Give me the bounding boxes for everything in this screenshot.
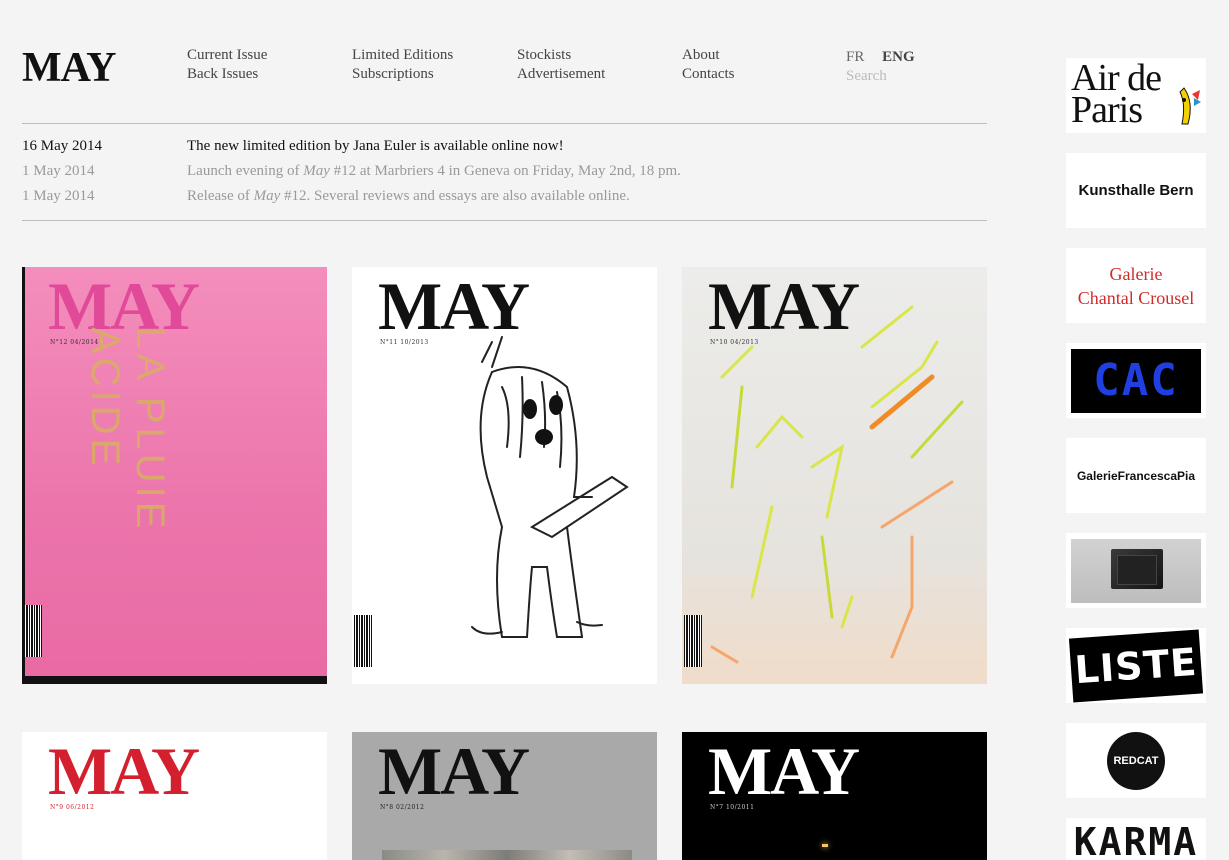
nav-limited-editions[interactable]: Limited Editions bbox=[352, 46, 453, 65]
nav-column-stockists: Stockists Advertisement bbox=[517, 46, 605, 84]
ad-label: CAC bbox=[1093, 355, 1179, 406]
ad-box-photo[interactable] bbox=[1066, 533, 1206, 608]
divider-bottom bbox=[22, 220, 987, 221]
issue-cover-8[interactable]: MAY N°8 02/2012 bbox=[352, 732, 657, 860]
cover-text: LA PLUIE ACIDE bbox=[83, 327, 172, 533]
cover-issue-number: N°8 02/2012 bbox=[380, 804, 425, 811]
cover-title: MAY bbox=[708, 733, 860, 809]
ad-label: REDCAT bbox=[1113, 754, 1159, 767]
scribble-drawing bbox=[710, 305, 964, 664]
nav-advertisement[interactable]: Advertisement bbox=[517, 65, 605, 84]
may-logo[interactable]: MAY bbox=[22, 44, 116, 92]
news-date: 16 May 2014 bbox=[22, 138, 102, 154]
nav-contacts[interactable]: Contacts bbox=[682, 65, 735, 84]
ad-galerie-francesca-pia[interactable]: GalerieFrancescaPia bbox=[1066, 438, 1206, 513]
banana-icon bbox=[1179, 87, 1201, 125]
issue-cover-7[interactable]: MAY N°7 10/2011 bbox=[682, 732, 987, 860]
nav-back-issues[interactable]: Back Issues bbox=[187, 65, 267, 84]
issue-cover-9[interactable]: MAY N°9 06/2012 bbox=[22, 732, 327, 860]
ad-cac[interactable]: CAC bbox=[1066, 343, 1206, 418]
light-spot bbox=[822, 844, 828, 847]
language-switcher: FR ENG bbox=[846, 49, 915, 66]
ghost-drawing bbox=[471, 336, 629, 638]
issue-cover-10[interactable]: MAY N°10 04/2013 bbox=[682, 267, 987, 684]
search-input[interactable] bbox=[846, 68, 966, 85]
lang-eng[interactable]: ENG bbox=[882, 49, 915, 65]
news-text[interactable]: The new limited edition by Jana Euler is… bbox=[187, 138, 564, 155]
nav-column-issues: Current Issue Back Issues bbox=[187, 46, 267, 84]
ad-karma[interactable]: KARMA bbox=[1066, 818, 1206, 860]
issue-cover-11[interactable]: MAY N°11 10/2013 bbox=[352, 267, 657, 684]
lang-fr[interactable]: FR bbox=[846, 49, 864, 65]
nav-stockists[interactable]: Stockists bbox=[517, 46, 605, 65]
nav-column-about: About Contacts bbox=[682, 46, 735, 84]
nav-subscriptions[interactable]: Subscriptions bbox=[352, 65, 453, 84]
ad-label: LISTE bbox=[1073, 639, 1199, 692]
issue-cover-12[interactable]: MAY N°12 04/2014 LA PLUIE ACIDE bbox=[22, 267, 327, 684]
ad-label-line2: Chantal Crousel bbox=[1077, 287, 1195, 308]
box-photo-image bbox=[1071, 538, 1201, 603]
ad-label: Kunsthalle Bern bbox=[1078, 182, 1194, 199]
ad-label-line1: Galerie bbox=[1109, 263, 1163, 284]
news-text[interactable]: Launch evening of May #12 at Marbriers 4… bbox=[187, 163, 681, 180]
ad-redcat[interactable]: REDCAT bbox=[1066, 723, 1206, 798]
barcode bbox=[684, 615, 702, 667]
nav-current-issue[interactable]: Current Issue bbox=[187, 46, 267, 65]
ad-label: KARMA bbox=[1073, 820, 1199, 860]
nav-about[interactable]: About bbox=[682, 46, 735, 65]
cover-issue-number: N°9 06/2012 bbox=[50, 804, 95, 811]
cover-title: MAY bbox=[378, 733, 530, 809]
cover-issue-number: N°7 10/2011 bbox=[710, 804, 755, 811]
ad-liste[interactable]: LISTE bbox=[1066, 628, 1206, 703]
nav-column-editions: Limited Editions Subscriptions bbox=[352, 46, 453, 84]
ad-kunsthalle-bern[interactable]: Kunsthalle Bern bbox=[1066, 153, 1206, 228]
news-text[interactable]: Release of May #12. Several reviews and … bbox=[187, 188, 630, 205]
ad-air-de-paris[interactable]: Air de Paris bbox=[1066, 58, 1206, 133]
barcode bbox=[24, 605, 42, 657]
ad-galerie-chantal-crousel[interactable]: Galerie Chantal Crousel bbox=[1066, 248, 1206, 323]
barcode bbox=[354, 615, 372, 667]
cover-photo bbox=[382, 850, 632, 860]
news-date: 1 May 2014 bbox=[22, 188, 95, 204]
ad-label: GalerieFrancescaPia bbox=[1076, 468, 1196, 483]
cover-title: MAY bbox=[48, 733, 200, 809]
divider-top bbox=[22, 123, 987, 124]
news-date: 1 May 2014 bbox=[22, 163, 95, 179]
